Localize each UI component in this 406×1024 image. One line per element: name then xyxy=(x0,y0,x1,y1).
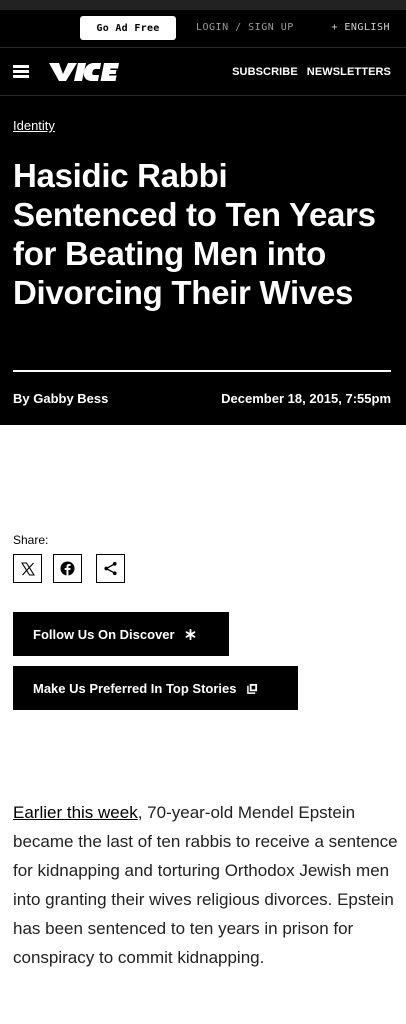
header-divider xyxy=(13,370,391,372)
earlier-this-week-link[interactable]: Earlier this week xyxy=(13,803,138,822)
follow-discover-label: Follow Us On Discover xyxy=(33,626,175,642)
subscribe-link[interactable]: SUBSCRIBE xyxy=(232,66,298,78)
publish-date: December 18, 2015, 7:55pm xyxy=(221,391,391,406)
share-link-button[interactable] xyxy=(96,554,125,583)
article-body-paragraph: Earlier this week, 70-year-old Mendel Ep… xyxy=(13,798,398,972)
hamburger-icon[interactable] xyxy=(13,65,29,78)
x-icon xyxy=(20,561,35,576)
browser-chrome-strip xyxy=(0,0,406,10)
article-header: Identity Hasidic Rabbi Sentenced to Ten … xyxy=(0,95,406,425)
preferred-top-stories-label: Make Us Preferred In Top Stories xyxy=(33,680,237,696)
top-bar: Go Ad Free LOGIN / SIGN UP + ENGLISH xyxy=(0,10,406,47)
main-nav: SUBSCRIBE NEWSLETTERS xyxy=(0,47,406,95)
preferred-top-stories-button[interactable]: Make Us Preferred In Top Stories xyxy=(13,666,298,710)
author-byline[interactable]: By Gabby Bess xyxy=(13,391,108,406)
share-icon xyxy=(104,561,117,576)
language-selector[interactable]: + ENGLISH xyxy=(331,22,390,33)
category-link[interactable]: Identity xyxy=(13,118,55,133)
facebook-icon xyxy=(60,561,75,576)
login-signup-link[interactable]: LOGIN / SIGN UP xyxy=(196,22,294,33)
vice-logo[interactable] xyxy=(47,60,121,89)
newsletters-link[interactable]: NEWSLETTERS xyxy=(307,66,391,78)
article-headline: Hasidic Rabbi Sentenced to Ten Years for… xyxy=(13,157,376,311)
follow-discover-button[interactable]: Follow Us On Discover xyxy=(13,612,229,656)
go-ad-free-button[interactable]: Go Ad Free xyxy=(80,16,176,40)
asterisk-icon xyxy=(185,628,196,640)
article-body-text: , 70-year-old Mendel Epstein became the … xyxy=(13,803,398,967)
stories-icon xyxy=(246,683,258,694)
share-x-button[interactable] xyxy=(13,554,42,583)
share-label: Share: xyxy=(13,533,49,547)
share-facebook-button[interactable] xyxy=(53,554,82,583)
